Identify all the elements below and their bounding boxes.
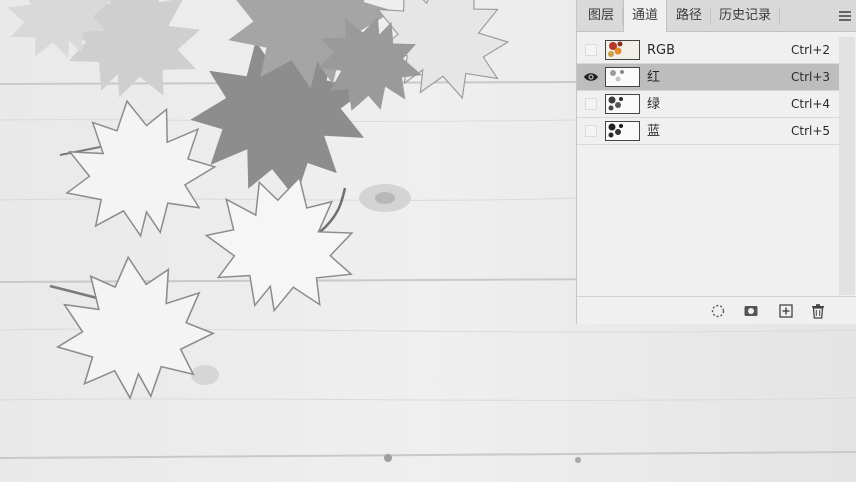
channel-shortcut: Ctrl+4 (791, 97, 831, 111)
visibility-toggle[interactable] (585, 44, 597, 56)
channel-thumbnail-green (605, 94, 640, 114)
channel-thumbnail-rgb (605, 40, 640, 60)
channels-panel: 图层 通道 路径 历史记录 RGB Ctrl+2 红 Ctrl+3 绿 Ctrl… (576, 0, 856, 324)
channel-name: 蓝 (647, 124, 661, 139)
tab-history[interactable]: 历史记录 (713, 0, 777, 31)
eye-icon (584, 73, 598, 81)
channel-row-green[interactable]: 绿 Ctrl+4 (577, 91, 839, 118)
save-selection-as-channel-icon[interactable] (743, 303, 759, 319)
visibility-toggle[interactable] (584, 71, 598, 83)
channel-shortcut: Ctrl+2 (791, 43, 831, 57)
panel-tab-bar: 图层 通道 路径 历史记录 (577, 0, 856, 32)
new-channel-icon[interactable] (778, 303, 794, 319)
load-selection-icon[interactable] (710, 303, 726, 319)
channel-name: 绿 (647, 97, 661, 112)
channel-name: RGB (647, 43, 676, 58)
channel-list: RGB Ctrl+2 红 Ctrl+3 绿 Ctrl+4 蓝 Ctrl+5 (577, 37, 839, 145)
channel-row-rgb[interactable]: RGB Ctrl+2 (577, 37, 839, 64)
channel-name: 红 (647, 70, 661, 85)
channel-row-blue[interactable]: 蓝 Ctrl+5 (577, 118, 839, 145)
tab-channels[interactable]: 通道 (623, 0, 667, 32)
channel-row-red[interactable]: 红 Ctrl+3 (577, 64, 839, 91)
visibility-toggle[interactable] (585, 125, 597, 137)
channel-thumbnail-red (605, 67, 640, 87)
visibility-toggle[interactable] (585, 98, 597, 110)
channel-thumbnail-blue (605, 121, 640, 141)
channel-shortcut: Ctrl+5 (791, 124, 831, 138)
panel-menu-icon[interactable] (839, 11, 851, 21)
tab-divider (779, 7, 780, 25)
channel-shortcut: Ctrl+3 (791, 70, 831, 84)
tab-paths[interactable]: 路径 (669, 0, 709, 31)
delete-channel-icon[interactable] (810, 303, 826, 319)
channel-list-scrollbar[interactable] (839, 37, 855, 295)
tab-divider (710, 7, 711, 25)
panel-footer (577, 296, 856, 324)
tab-layers[interactable]: 图层 (581, 0, 621, 31)
